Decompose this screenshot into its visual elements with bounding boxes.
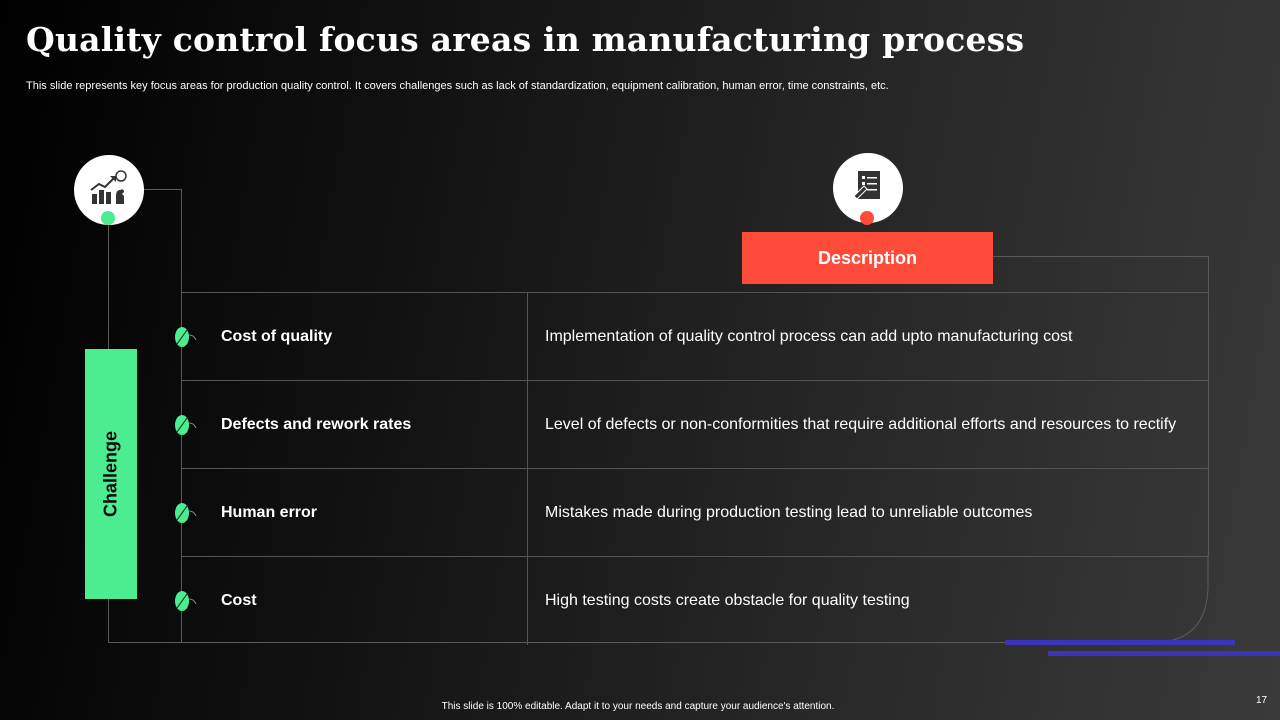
green-dot xyxy=(101,211,115,225)
column-divider xyxy=(527,469,528,556)
row-name: Human error xyxy=(221,503,318,521)
red-dot xyxy=(860,211,874,225)
footer-note: This slide is 100% editable. Adapt it to… xyxy=(441,701,835,712)
table-row: Cost of quality Implementation of qualit… xyxy=(175,293,1209,381)
connector-line xyxy=(993,256,1209,257)
column-divider xyxy=(527,381,528,468)
leaf-bullet-icon xyxy=(174,326,197,348)
description-header: Description xyxy=(742,232,993,284)
column-divider xyxy=(527,293,528,380)
connector-line xyxy=(143,189,182,190)
table-row: Cost High testing costs create obstacle … xyxy=(175,557,1209,645)
row-name: Defects and rework rates xyxy=(221,415,412,433)
slide-subtitle: This slide represents key focus areas fo… xyxy=(26,80,889,92)
row-name: Cost of quality xyxy=(221,327,333,345)
table-row: Defects and rework rates Level of defect… xyxy=(175,381,1209,469)
leaf-bullet-icon xyxy=(174,502,197,524)
row-description: Level of defects or non-conformities tha… xyxy=(545,415,1177,433)
page-number: 17 xyxy=(1256,695,1268,706)
growth-chart-icon xyxy=(88,169,130,211)
checklist-document-icon xyxy=(850,168,886,209)
row-description: Mistakes made during production testing … xyxy=(545,503,1033,521)
row-name: Cost xyxy=(221,592,257,609)
leaf-bullet-icon xyxy=(174,414,197,436)
challenge-table: Cost of quality Implementation of qualit… xyxy=(175,292,1209,645)
leaf-bullet-icon xyxy=(174,590,197,612)
table-row: Human error Mistakes made during product… xyxy=(175,469,1209,557)
row-description: High testing costs create obstacle for q… xyxy=(545,592,910,609)
slide-title: Quality control focus areas in manufactu… xyxy=(26,20,1025,59)
decorative-bar xyxy=(1005,640,1235,645)
column-divider xyxy=(527,557,528,645)
row-description: Implementation of quality control proces… xyxy=(545,327,1073,345)
decorative-bar xyxy=(1048,651,1280,656)
challenge-label: Challenge xyxy=(100,430,121,518)
